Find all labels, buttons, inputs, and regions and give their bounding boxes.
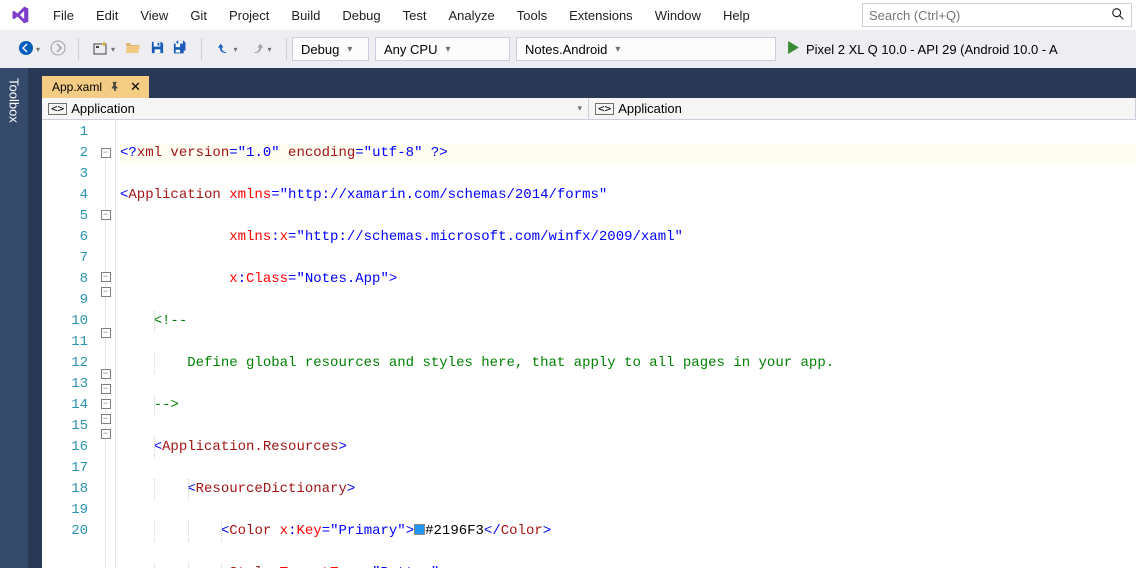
- chevron-down-icon: ▾: [111, 45, 115, 54]
- editor-area: App.xaml ✕ <> Application ▾ <> Applicati…: [28, 68, 1136, 568]
- menu-git[interactable]: Git: [179, 4, 218, 27]
- run-target-label: Pixel 2 XL Q 10.0 - API 29 (Android 10.0…: [806, 42, 1058, 57]
- chevron-down-icon: ▾: [445, 44, 450, 55]
- toolbox-label: Toolbox: [7, 78, 22, 123]
- chevron-down-icon: ▾: [615, 44, 620, 55]
- close-icon[interactable]: ✕: [128, 79, 143, 95]
- fold-toggle[interactable]: −: [101, 384, 111, 394]
- nav-forward-button[interactable]: [46, 37, 70, 61]
- chevron-down-icon: ▾: [577, 103, 582, 114]
- fold-toggle[interactable]: −: [101, 272, 111, 282]
- menu-test[interactable]: Test: [392, 4, 438, 27]
- arrow-back-icon: [18, 40, 34, 59]
- menu-view[interactable]: View: [129, 4, 179, 27]
- code-editor[interactable]: 1234567891011121314151617181920 − − − − …: [42, 120, 1136, 568]
- menu-debug[interactable]: Debug: [331, 4, 391, 27]
- chevron-down-icon: ▾: [347, 44, 352, 55]
- fold-gutter: − − − − − − − − − −: [96, 120, 116, 568]
- fold-toggle[interactable]: −: [101, 429, 111, 439]
- save-button[interactable]: [145, 37, 169, 61]
- platform-combo[interactable]: Any CPU ▾: [375, 37, 510, 61]
- separator: [201, 38, 202, 60]
- nav-member-value: Application: [618, 101, 1129, 116]
- fold-toggle[interactable]: −: [101, 369, 111, 379]
- workspace: Toolbox App.xaml ✕ <> Application ▾ <> A…: [0, 68, 1136, 568]
- chevron-down-icon: ▾: [36, 45, 40, 54]
- tab-title: App.xaml: [52, 80, 102, 94]
- folder-open-icon: [125, 40, 141, 59]
- startup-project-value: Notes.Android: [525, 42, 607, 57]
- nav-bar: <> Application ▾ <> Application: [42, 98, 1136, 120]
- menu-build[interactable]: Build: [280, 4, 331, 27]
- search-box[interactable]: [862, 3, 1132, 27]
- fold-toggle[interactable]: −: [101, 399, 111, 409]
- fold-toggle[interactable]: −: [101, 414, 111, 424]
- undo-icon: [216, 40, 231, 58]
- code-content[interactable]: <?xml version="1.0" encoding="utf-8" ?> …: [116, 120, 1136, 568]
- color-swatch-icon: [414, 524, 425, 535]
- nav-member-combo[interactable]: <> Application: [589, 98, 1136, 119]
- toolbox-panel[interactable]: Toolbox: [0, 68, 28, 568]
- redo-button[interactable]: ▾: [244, 37, 278, 61]
- menu-analyze[interactable]: Analyze: [437, 4, 505, 27]
- search-input[interactable]: [869, 8, 1111, 23]
- xml-element-icon: <>: [48, 103, 67, 115]
- tab-app-xaml[interactable]: App.xaml ✕: [42, 76, 149, 98]
- save-all-icon: [173, 40, 189, 59]
- line-number-gutter: 1234567891011121314151617181920: [42, 120, 96, 568]
- open-file-button[interactable]: [121, 37, 145, 61]
- fold-toggle[interactable]: −: [101, 148, 111, 158]
- configuration-combo[interactable]: Debug ▾: [292, 37, 369, 61]
- fold-toggle[interactable]: −: [101, 287, 111, 297]
- save-all-button[interactable]: [169, 37, 193, 61]
- play-icon: [787, 41, 800, 57]
- undo-button[interactable]: ▾: [210, 37, 244, 61]
- nav-back-button[interactable]: ▾: [12, 37, 46, 61]
- save-icon: [150, 40, 165, 58]
- menu-project[interactable]: Project: [218, 4, 280, 27]
- new-project-button[interactable]: ▾: [87, 37, 121, 61]
- menu-edit[interactable]: Edit: [85, 4, 129, 27]
- configuration-value: Debug: [301, 42, 339, 57]
- tab-strip: App.xaml ✕: [28, 74, 1136, 98]
- nav-scope-value: Application: [71, 101, 577, 116]
- menu-help[interactable]: Help: [712, 4, 761, 27]
- redo-icon: [250, 40, 265, 58]
- startup-project-combo[interactable]: Notes.Android ▾: [516, 37, 776, 61]
- start-debug-button[interactable]: Pixel 2 XL Q 10.0 - API 29 (Android 10.0…: [779, 37, 1066, 61]
- pin-icon[interactable]: [110, 81, 120, 94]
- vs-logo-icon: [8, 3, 32, 27]
- platform-value: Any CPU: [384, 42, 437, 57]
- menu-file[interactable]: File: [42, 4, 85, 27]
- chevron-down-icon: ▾: [233, 45, 237, 54]
- toolbar: ▾ ▾ ▾ ▾ Debug ▾: [0, 30, 1136, 68]
- search-icon: [1111, 7, 1125, 24]
- chevron-down-icon: ▾: [267, 45, 271, 54]
- fold-toggle[interactable]: −: [101, 210, 111, 220]
- arrow-forward-icon: [50, 40, 66, 59]
- menu-window[interactable]: Window: [644, 4, 712, 27]
- separator: [286, 38, 287, 60]
- fold-toggle[interactable]: −: [101, 328, 111, 338]
- nav-scope-combo[interactable]: <> Application ▾: [42, 98, 589, 119]
- menu-tools[interactable]: Tools: [506, 4, 558, 27]
- xml-element-icon: <>: [595, 103, 614, 115]
- new-project-icon: [93, 41, 109, 57]
- menu-bar: File Edit View Git Project Build Debug T…: [0, 0, 1136, 30]
- separator: [78, 38, 79, 60]
- menu-extensions[interactable]: Extensions: [558, 4, 644, 27]
